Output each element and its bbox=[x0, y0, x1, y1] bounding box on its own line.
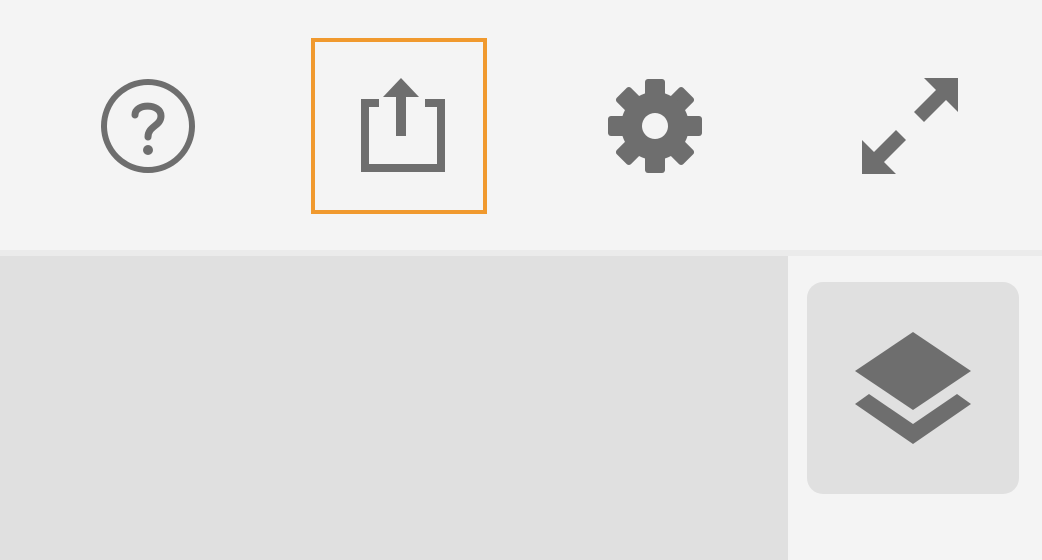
app-window bbox=[0, 0, 1042, 560]
layers-icon bbox=[855, 332, 971, 444]
gear-icon bbox=[608, 79, 702, 173]
fullscreen-button[interactable] bbox=[822, 38, 998, 214]
share-upload-icon bbox=[361, 78, 445, 172]
map-canvas[interactable] bbox=[0, 256, 788, 560]
expand-arrows-icon bbox=[862, 78, 958, 174]
help-circle-icon bbox=[101, 79, 195, 173]
side-panel bbox=[788, 262, 1042, 560]
help-button[interactable] bbox=[60, 38, 236, 214]
toolbar bbox=[0, 0, 1042, 250]
share-button[interactable] bbox=[311, 38, 487, 214]
settings-button[interactable] bbox=[567, 38, 743, 214]
layers-button[interactable] bbox=[807, 282, 1019, 494]
